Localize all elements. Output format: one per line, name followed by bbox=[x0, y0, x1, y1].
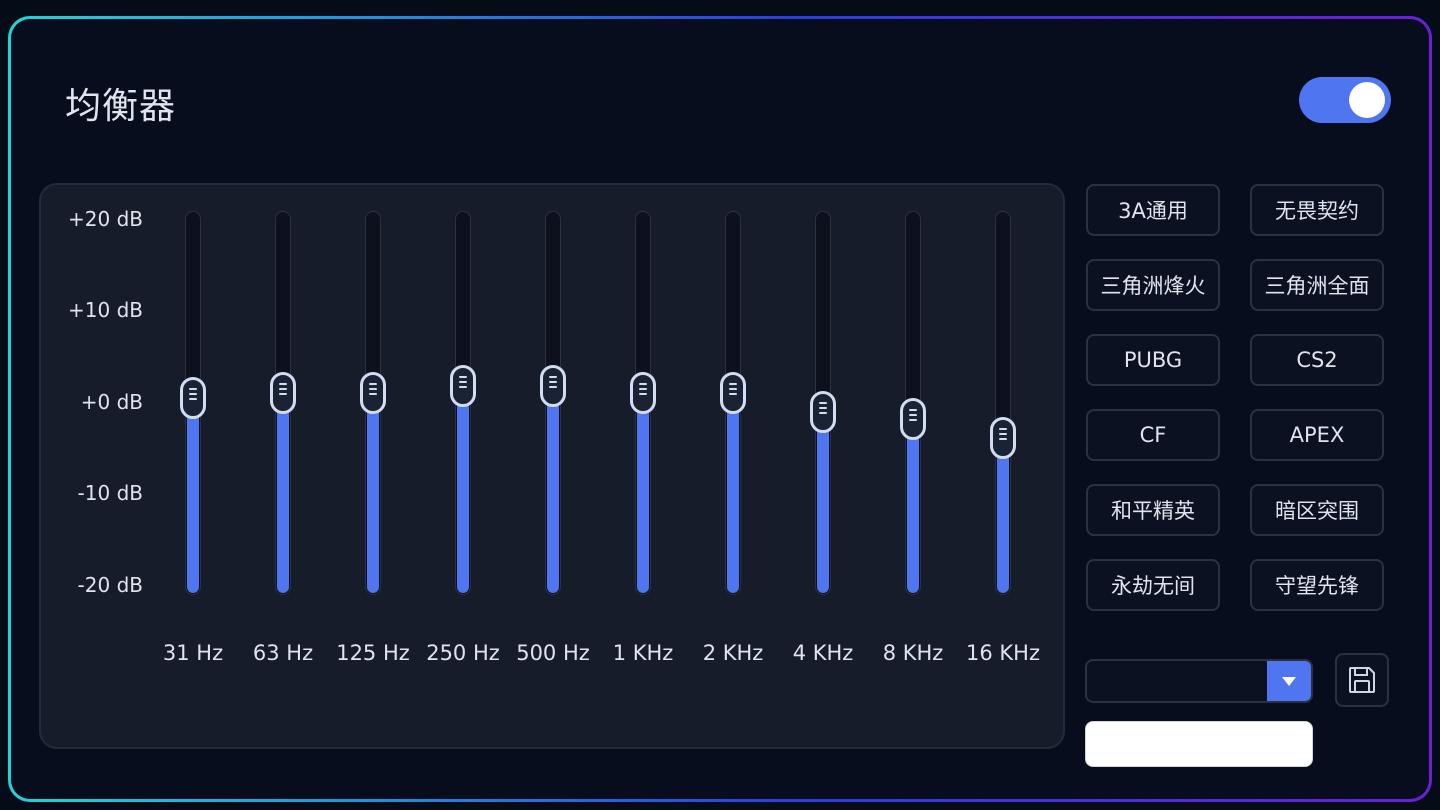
db-label-plus20: +20 dB bbox=[68, 207, 143, 231]
eq-band-label: 250 Hz bbox=[426, 641, 500, 665]
save-button[interactable] bbox=[1335, 653, 1389, 707]
grip-line bbox=[189, 398, 197, 401]
grip-line bbox=[819, 411, 827, 414]
eq-band-label: 2 KHz bbox=[702, 641, 764, 665]
grip-line bbox=[369, 388, 377, 391]
eq-slider-thumb[interactable] bbox=[180, 377, 206, 420]
grip-line bbox=[549, 385, 557, 388]
preset-button[interactable]: CF bbox=[1086, 409, 1220, 461]
grip-line bbox=[639, 388, 647, 391]
eq-slider-fill bbox=[277, 392, 289, 593]
app-frame: 均衡器 +20 dB +10 dB +0 dB -10 dB -20 dB 31… bbox=[8, 16, 1432, 802]
eq-band-label: 500 Hz bbox=[516, 641, 590, 665]
eq-slider-fill bbox=[817, 410, 829, 593]
eq-slider-fill bbox=[187, 397, 199, 593]
db-label-minus10: -10 dB bbox=[77, 481, 143, 505]
grip-line bbox=[729, 393, 737, 396]
eq-slider-thumb[interactable] bbox=[990, 416, 1016, 459]
grip-line bbox=[729, 388, 737, 391]
dropdown-arrow-button[interactable] bbox=[1267, 661, 1311, 701]
eq-slider-thumb[interactable] bbox=[270, 372, 296, 415]
db-label-zero: +0 dB bbox=[80, 390, 143, 414]
grip-line bbox=[999, 432, 1007, 435]
db-label-minus20: -20 dB bbox=[77, 573, 143, 597]
eq-slider-fill bbox=[727, 392, 739, 593]
db-label-plus10: +10 dB bbox=[68, 298, 143, 322]
preset-button[interactable]: 永劫无间 bbox=[1086, 559, 1220, 611]
eq-slider-thumb[interactable] bbox=[720, 372, 746, 415]
preset-button[interactable]: 三角洲全面 bbox=[1250, 259, 1384, 311]
grip-line bbox=[999, 437, 1007, 440]
eq-band-label: 1 KHz bbox=[612, 641, 674, 665]
grip-line bbox=[909, 414, 917, 417]
grip-line bbox=[279, 388, 287, 391]
eq-band-label: 63 Hz bbox=[252, 641, 314, 665]
eq-band-label: 8 KHz bbox=[882, 641, 944, 665]
grip-line bbox=[189, 388, 197, 391]
grip-line bbox=[279, 383, 287, 386]
preset-button[interactable]: APEX bbox=[1250, 409, 1384, 461]
grip-line bbox=[639, 393, 647, 396]
grip-line bbox=[639, 383, 647, 386]
eq-slider-fill bbox=[907, 418, 919, 593]
toggle-knob bbox=[1349, 82, 1385, 118]
equalizer-panel: +20 dB +10 dB +0 dB -10 dB -20 dB 31 Hz 6… bbox=[39, 183, 1065, 749]
eq-slider-fill bbox=[457, 384, 469, 593]
grip-line bbox=[459, 375, 467, 378]
save-disk-icon bbox=[1349, 667, 1375, 693]
eq-band-label: 4 KHz bbox=[792, 641, 854, 665]
grip-line bbox=[459, 380, 467, 383]
eq-slider-thumb[interactable] bbox=[360, 372, 386, 415]
eq-slider-fill bbox=[997, 436, 1009, 593]
grip-line bbox=[909, 409, 917, 412]
grip-line bbox=[549, 375, 557, 378]
grip-line bbox=[819, 406, 827, 409]
preset-button[interactable]: 守望先锋 bbox=[1250, 559, 1384, 611]
preset-select[interactable] bbox=[1085, 659, 1313, 703]
eq-band-label: 125 Hz bbox=[336, 641, 410, 665]
preset-name-input[interactable] bbox=[1085, 721, 1313, 767]
eq-slider-thumb[interactable] bbox=[900, 398, 926, 441]
equalizer-power-toggle[interactable] bbox=[1299, 77, 1391, 123]
preset-button[interactable]: 和平精英 bbox=[1086, 484, 1220, 536]
grip-line bbox=[819, 401, 827, 404]
eq-band-label: 31 Hz bbox=[162, 641, 224, 665]
preset-button[interactable]: 无畏契约 bbox=[1250, 184, 1384, 236]
grip-line bbox=[369, 383, 377, 386]
preset-button[interactable]: PUBG bbox=[1086, 334, 1220, 386]
grip-line bbox=[549, 380, 557, 383]
eq-slider-fill bbox=[637, 392, 649, 593]
chevron-down-icon bbox=[1282, 677, 1296, 686]
grip-line bbox=[279, 393, 287, 396]
eq-band-label: 16 KHz bbox=[966, 641, 1040, 665]
grip-line bbox=[909, 419, 917, 422]
preset-button[interactable]: CS2 bbox=[1250, 334, 1384, 386]
grip-line bbox=[189, 393, 197, 396]
eq-slider-thumb[interactable] bbox=[810, 390, 836, 433]
eq-slider-fill bbox=[367, 392, 379, 593]
eq-slider-thumb[interactable] bbox=[540, 364, 566, 407]
preset-button[interactable]: 三角洲烽火 bbox=[1086, 259, 1220, 311]
page-title: 均衡器 bbox=[65, 86, 177, 127]
grip-line bbox=[369, 393, 377, 396]
eq-slider-fill bbox=[547, 384, 559, 593]
eq-slider-track[interactable] bbox=[995, 211, 1011, 595]
preset-button[interactable]: 暗区突围 bbox=[1250, 484, 1384, 536]
grip-line bbox=[999, 427, 1007, 430]
grip-line bbox=[729, 383, 737, 386]
app-window: 均衡器 +20 dB +10 dB +0 dB -10 dB -20 dB 31… bbox=[11, 19, 1429, 799]
eq-slider-thumb[interactable] bbox=[450, 364, 476, 407]
grip-line bbox=[459, 385, 467, 388]
preset-button[interactable]: 3A通用 bbox=[1086, 184, 1220, 236]
eq-slider-thumb[interactable] bbox=[630, 372, 656, 415]
